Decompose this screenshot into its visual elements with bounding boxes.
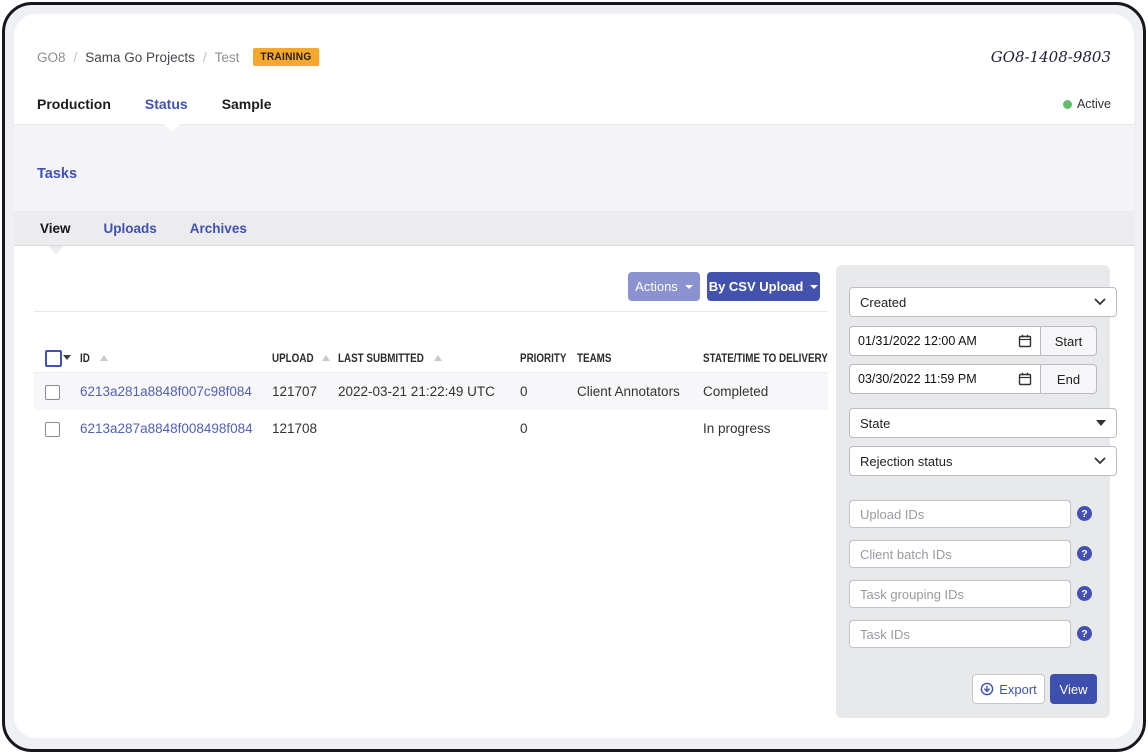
header-row: GO8 / Sama Go Projects / Test TRAINING G… <box>37 46 1111 68</box>
filter-panel: Created Start End <box>836 265 1117 718</box>
caret-down-icon <box>684 284 693 289</box>
priority-cell: 0 <box>520 384 528 399</box>
training-badge: TRAINING <box>253 48 320 66</box>
app-root: GO8 / Sama Go Projects / Test TRAINING G… <box>0 0 1148 754</box>
client-batch-ids-input[interactable] <box>849 540 1071 568</box>
view-button-label: View <box>1059 681 1088 697</box>
column-header-upload[interactable]: UPLOAD <box>272 351 314 365</box>
help-icon[interactable]: ? <box>1077 626 1092 641</box>
actions-button[interactable]: Actions <box>628 272 700 301</box>
column-header-priority: PRIORITY <box>520 351 567 365</box>
teams-cell: Client Annotators <box>577 384 680 399</box>
export-button[interactable]: Export <box>972 674 1045 704</box>
end-date-input[interactable] <box>858 372 998 386</box>
tab-view[interactable]: View <box>40 221 71 236</box>
nav-tab-status[interactable]: Status <box>145 96 188 112</box>
state-cell: In progress <box>703 421 771 436</box>
project-code: GO8-1408-9803 <box>990 48 1111 66</box>
sort-asc-icon[interactable] <box>322 355 330 361</box>
start-date-group: Start <box>849 326 1097 356</box>
state-filter-select[interactable]: State <box>849 408 1117 438</box>
export-download-icon <box>980 682 994 696</box>
app-card: GO8 / Sama Go Projects / Test TRAINING G… <box>14 14 1134 738</box>
state-filter-value: State <box>860 415 891 431</box>
start-date-field[interactable] <box>849 326 1041 356</box>
start-date-input[interactable] <box>858 334 998 348</box>
task-ids-input[interactable] <box>849 620 1071 648</box>
breadcrumb-item-project: Test <box>214 49 240 65</box>
csv-upload-button-label: By CSV Upload <box>708 279 804 294</box>
upload-cell: 121707 <box>272 384 318 399</box>
last-submitted-cell: 2022-03-21 21:22:49 UTC <box>338 384 495 399</box>
sort-asc-icon[interactable] <box>100 355 108 361</box>
upload-ids-input[interactable] <box>849 500 1071 528</box>
start-button[interactable]: Start <box>1041 326 1097 356</box>
table-row: 6213a287a8848f008498f084 121708 0 In pro… <box>34 410 828 447</box>
tasks-title: Tasks <box>37 166 78 182</box>
tab-uploads[interactable]: Uploads <box>104 221 157 236</box>
column-header-id[interactable]: ID <box>80 351 90 365</box>
tab-archives[interactable]: Archives <box>190 221 247 236</box>
breadcrumb-separator: / <box>202 49 207 65</box>
sort-asc-icon[interactable] <box>434 355 442 361</box>
select-all-checkbox[interactable] <box>45 350 62 367</box>
created-filter-select[interactable]: Created <box>849 287 1117 317</box>
breadcrumb-separator: / <box>73 49 78 65</box>
task-id-link[interactable]: 6213a281a8848f007c98f084 <box>80 373 252 410</box>
breadcrumb-item-project-group[interactable]: Sama Go Projects <box>85 50 195 65</box>
end-button[interactable]: End <box>1041 364 1097 394</box>
tasks-tab-bar: View Uploads Archives <box>14 211 1134 246</box>
project-status: Active <box>1062 97 1111 111</box>
table-header: ID UPLOAD LAST SUBMITTED PRIORITY TEAMS … <box>34 343 828 373</box>
export-button-label: Export <box>999 681 1037 697</box>
rejection-status-select[interactable]: Rejection status <box>849 446 1117 476</box>
table-row: 6213a281a8848f007c98f084 121707 2022-03-… <box>34 372 828 411</box>
state-cell: Completed <box>703 384 769 399</box>
actions-button-label: Actions <box>635 279 678 294</box>
rejection-status-value: Rejection status <box>860 453 953 469</box>
end-date-field[interactable] <box>849 364 1041 394</box>
created-filter-value: Created <box>860 294 907 310</box>
help-icon[interactable]: ? <box>1077 506 1092 521</box>
priority-cell: 0 <box>520 421 528 436</box>
green-dot-icon <box>1062 99 1072 109</box>
content-divider <box>34 311 828 312</box>
window-frame: GO8 / Sama Go Projects / Test TRAINING G… <box>2 2 1146 752</box>
view-button[interactable]: View <box>1050 674 1097 704</box>
select-menu-caret-icon[interactable] <box>63 355 71 360</box>
breadcrumb-item-org[interactable]: GO8 <box>37 50 66 65</box>
breadcrumb: GO8 / Sama Go Projects / Test <box>37 50 239 65</box>
row-checkbox[interactable] <box>45 385 60 400</box>
nav-tab-production[interactable]: Production <box>37 96 111 112</box>
active-tab-notch <box>48 246 64 254</box>
csv-upload-button[interactable]: By CSV Upload <box>707 272 820 301</box>
column-header-last-submitted[interactable]: LAST SUBMITTED <box>338 351 424 365</box>
active-nav-notch <box>164 124 180 132</box>
calendar-icon[interactable] <box>1018 334 1032 348</box>
task-grouping-ids-input[interactable] <box>849 580 1071 608</box>
chevron-down-icon <box>1094 457 1106 465</box>
top-nav: Production Status Sample Active <box>37 88 1111 120</box>
nav-tab-sample[interactable]: Sample <box>222 96 272 112</box>
chevron-down-icon <box>1094 298 1106 306</box>
end-date-group: End <box>849 364 1097 394</box>
help-icon[interactable]: ? <box>1077 586 1092 601</box>
caret-down-icon <box>1096 420 1106 426</box>
task-id-link[interactable]: 6213a287a8848f008498f084 <box>80 410 253 447</box>
help-icon[interactable]: ? <box>1077 546 1092 561</box>
column-header-teams: TEAMS <box>577 351 612 365</box>
upload-cell: 121708 <box>272 421 318 436</box>
active-status-label: Active <box>1076 97 1111 111</box>
column-header-state: STATE/TIME TO DELIVERY <box>703 351 828 365</box>
row-checkbox[interactable] <box>45 422 60 437</box>
calendar-icon[interactable] <box>1018 372 1032 386</box>
caret-down-icon <box>810 284 819 289</box>
